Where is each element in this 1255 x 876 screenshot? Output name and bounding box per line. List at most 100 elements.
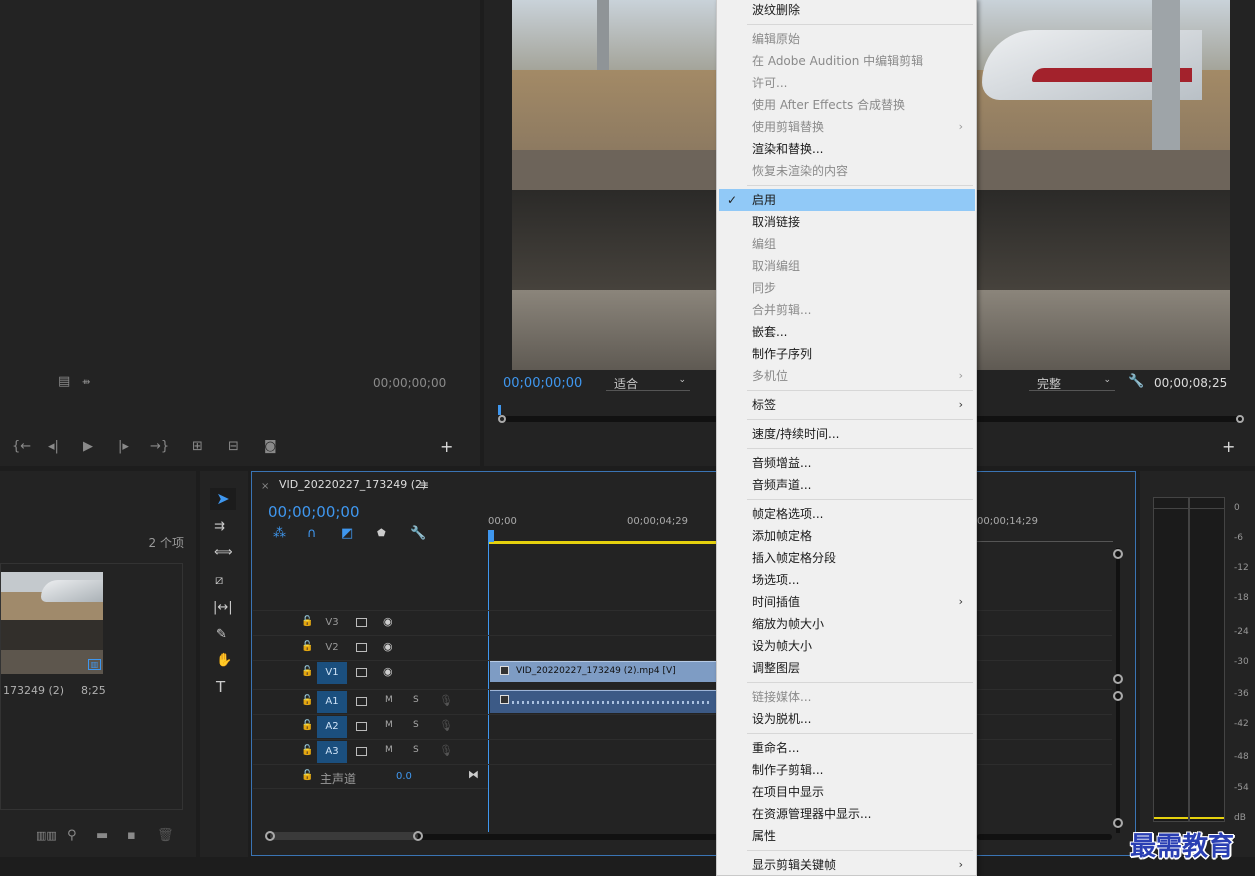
selection-tool-icon[interactable]: ➤ xyxy=(210,488,236,510)
add-button-icon[interactable]: + xyxy=(1222,439,1235,455)
menu-item[interactable]: 在 Adobe Audition 中编辑剪辑 xyxy=(719,50,975,72)
lock-icon[interactable]: 🔓 xyxy=(301,641,313,652)
search-icon[interactable]: ⚲ xyxy=(67,829,77,843)
slip-tool-icon[interactable]: |↔| xyxy=(213,601,233,615)
mark-in-icon[interactable]: {← xyxy=(12,440,31,454)
menu-item[interactable]: 显示剪辑关键帧 › xyxy=(719,854,975,876)
toggle-sync-icon[interactable] xyxy=(356,618,367,627)
fit-select[interactable]: 适合 ⌄ xyxy=(606,375,690,391)
menu-item[interactable]: 启用 ✓ xyxy=(719,189,975,211)
lock-icon[interactable]: 🔓 xyxy=(301,616,313,627)
menu-item[interactable]: 帧定格选项... xyxy=(719,503,975,525)
track-label-a2[interactable]: A2 xyxy=(317,716,347,738)
lock-icon[interactable]: 🔓 xyxy=(301,770,313,781)
clip-thumbnail[interactable]: ▥ xyxy=(1,572,103,674)
menu-item[interactable]: 编组 xyxy=(719,233,975,255)
folder-icon[interactable]: ▬ xyxy=(96,829,108,843)
solo-button[interactable]: S xyxy=(413,720,419,730)
lock-icon[interactable]: 🔓 xyxy=(301,666,313,677)
menu-item[interactable]: 速度/持续时间... xyxy=(719,423,975,445)
toggle-sync-icon[interactable] xyxy=(356,668,367,677)
project-item-card[interactable]: ▥ 173249 (2) 8;25 xyxy=(0,563,183,810)
menu-item[interactable]: 取消链接 xyxy=(719,211,975,233)
timeline-settings-icon[interactable]: 🔧 xyxy=(410,527,426,541)
menu-item[interactable]: 编辑原始 xyxy=(719,28,975,50)
mute-button[interactable]: M xyxy=(385,745,393,755)
timeline-vertical-scrollbar[interactable] xyxy=(1112,548,1124,833)
razor-tool-icon[interactable]: ⧄ xyxy=(215,574,223,588)
toggle-sync-icon[interactable] xyxy=(356,722,367,731)
mark-out-icon[interactable]: →} xyxy=(150,440,169,454)
camera-icon[interactable]: ◙ xyxy=(264,440,277,454)
menu-item[interactable]: 嵌套... xyxy=(719,321,975,343)
menu-item[interactable]: 同步 xyxy=(719,277,975,299)
add-button-icon[interactable]: + xyxy=(440,439,453,455)
list-view-icon[interactable]: ▥▥ xyxy=(36,829,57,843)
menu-item[interactable]: 调整图层 xyxy=(719,657,975,679)
menu-item[interactable]: 音频增益... xyxy=(719,452,975,474)
master-volume-value[interactable]: 0.0 xyxy=(396,771,412,782)
menu-item[interactable]: 使用 After Effects 合成替换 xyxy=(719,94,975,116)
menu-item[interactable]: 许可... xyxy=(719,72,975,94)
nest-icon[interactable]: ⁂ xyxy=(273,527,286,541)
menu-item[interactable]: 恢复未渲染的内容 xyxy=(719,160,975,182)
mic-icon[interactable]: 🎙 xyxy=(439,744,453,757)
toggle-sync-icon[interactable] xyxy=(356,747,367,756)
menu-item[interactable]: 渲染和替换... xyxy=(719,138,975,160)
menu-item[interactable]: 使用剪辑替换 › xyxy=(719,116,975,138)
program-current-timecode[interactable]: 00;00;00;00 xyxy=(503,376,582,391)
track-label-v2[interactable]: V2 xyxy=(317,637,347,659)
new-item-icon[interactable]: ▪ xyxy=(127,829,136,843)
menu-item[interactable]: 链接媒体... xyxy=(719,686,975,708)
track-label-a1[interactable]: A1 xyxy=(317,691,347,713)
timeline-horizontal-scrollbar[interactable] xyxy=(264,831,724,843)
timeline-timecode[interactable]: 00;00;00;00 xyxy=(268,503,360,521)
insert-icon[interactable]: ⊞ xyxy=(192,440,203,454)
menu-item[interactable]: 添加帧定格 xyxy=(719,525,975,547)
mic-icon[interactable]: 🎙 xyxy=(439,719,453,732)
track-select-tool-icon[interactable]: ⇉ xyxy=(214,520,225,534)
source-timecode[interactable]: 00;00;00;00 xyxy=(373,376,446,390)
snap-icon[interactable]: ∩ xyxy=(307,527,317,541)
hand-tool-icon[interactable]: ✋ xyxy=(216,654,232,668)
menu-item[interactable]: 取消编组 xyxy=(719,255,975,277)
solo-button[interactable]: S xyxy=(413,695,419,705)
panel-menu-icon[interactable]: ≡ xyxy=(419,478,429,492)
menu-item[interactable]: 制作子序列 xyxy=(719,343,975,365)
video-clip[interactable]: VID_20220227_173249 (2).mp4 [V] xyxy=(490,661,716,682)
menu-item[interactable]: 标签 › xyxy=(719,394,975,416)
trash-icon[interactable]: 🗑 xyxy=(157,829,174,843)
add-marker-icon[interactable]: ⬟ xyxy=(377,527,386,541)
mute-button[interactable]: M xyxy=(385,695,393,705)
close-tab-icon[interactable]: × xyxy=(261,480,269,494)
menu-item[interactable]: 属性 xyxy=(719,825,975,847)
wrench-icon[interactable]: 🔧 xyxy=(1128,375,1144,389)
track-label-a3[interactable]: A3 xyxy=(317,741,347,763)
insert-marker-icon[interactable]: ▤ xyxy=(58,375,70,389)
linked-selection-icon[interactable]: ◩ xyxy=(341,527,353,541)
menu-item[interactable]: 音频声道... xyxy=(719,474,975,496)
lock-icon[interactable]: 🔓 xyxy=(301,720,313,731)
play-icon[interactable]: ▶ xyxy=(83,440,93,454)
menu-item[interactable]: 在资源管理器中显示... xyxy=(719,803,975,825)
quality-select[interactable]: 完整 ⌄ xyxy=(1029,375,1115,391)
lock-icon[interactable]: 🔓 xyxy=(301,745,313,756)
menu-item[interactable]: 多机位 › xyxy=(719,365,975,387)
menu-item[interactable]: 合并剪辑... xyxy=(719,299,975,321)
type-tool-icon[interactable]: T xyxy=(216,680,225,695)
menu-item[interactable]: 场选项... xyxy=(719,569,975,591)
audio-clip[interactable] xyxy=(490,690,716,713)
menu-item[interactable]: 时间插值 › xyxy=(719,591,975,613)
menu-item[interactable]: 设为帧大小 xyxy=(719,635,975,657)
toggle-sync-icon[interactable] xyxy=(356,697,367,706)
mute-button[interactable]: M xyxy=(385,720,393,730)
lock-icon[interactable]: 🔓 xyxy=(301,695,313,706)
menu-item[interactable]: 重命名... xyxy=(719,737,975,759)
menu-item[interactable]: 插入帧定格分段 xyxy=(719,547,975,569)
mic-icon[interactable]: 🎙 xyxy=(439,694,453,707)
step-back-icon[interactable]: ◂| xyxy=(48,440,59,454)
menu-item[interactable]: 在项目中显示 xyxy=(719,781,975,803)
go-to-end-icon[interactable]: ⧓ xyxy=(468,768,479,781)
track-label-v3[interactable]: V3 xyxy=(317,612,347,634)
eye-icon[interactable]: ◉ xyxy=(383,640,393,653)
